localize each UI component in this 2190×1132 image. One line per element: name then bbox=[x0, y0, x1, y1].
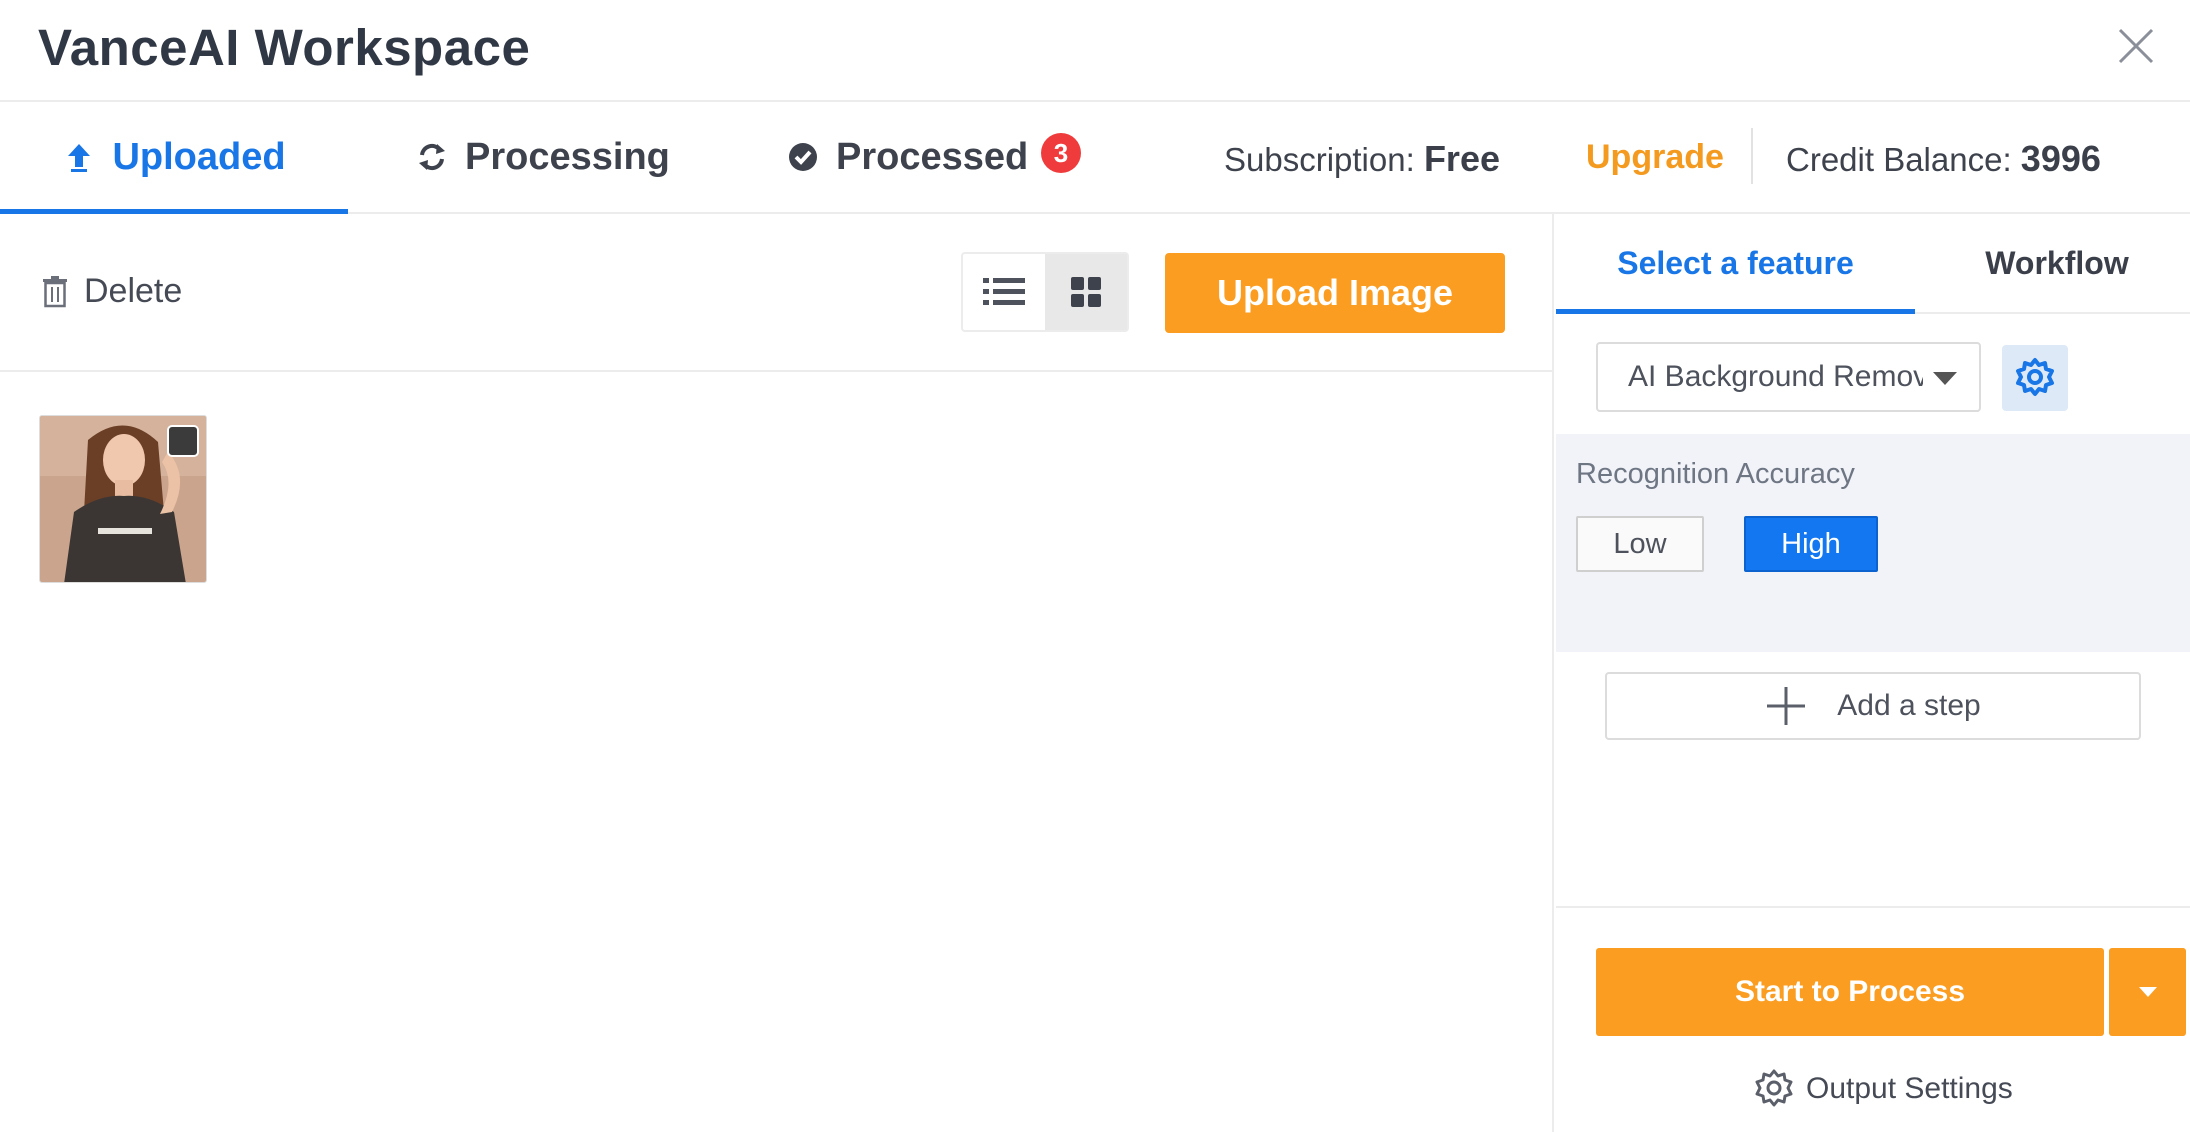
refresh-icon bbox=[419, 143, 445, 171]
tab-uploaded[interactable]: Uploaded bbox=[0, 102, 348, 214]
start-process-options-button[interactable] bbox=[2109, 948, 2186, 1036]
status-tabs: Uploaded Processing Processed 3 Subscrip… bbox=[0, 102, 2190, 214]
tab-processing-label: Processing bbox=[465, 135, 670, 178]
output-settings-link[interactable]: Output Settings bbox=[1752, 1067, 2013, 1111]
app-title: VanceAI Workspace bbox=[38, 19, 531, 76]
image-workspace: Delete Upload Image bbox=[0, 214, 1554, 1132]
tab-processed[interactable]: Processed bbox=[786, 102, 1028, 212]
subscription-label: Subscription: bbox=[1224, 141, 1415, 178]
upload-image-button[interactable]: Upload Image bbox=[1165, 253, 1505, 333]
feature-dropdown[interactable]: AI Background Remover bbox=[1596, 342, 1981, 412]
chevron-down-icon bbox=[1933, 372, 1957, 385]
add-step-label: Add a step bbox=[1837, 689, 1981, 722]
feature-settings: Recognition Accuracy Low High bbox=[1556, 434, 2190, 652]
credit-balance: Credit Balance: 3996 bbox=[1786, 138, 2101, 180]
check-circle-icon bbox=[789, 143, 817, 171]
close-icon bbox=[2118, 28, 2154, 64]
accuracy-high-button[interactable]: High bbox=[1744, 516, 1878, 572]
header-divider bbox=[1751, 128, 1753, 184]
add-step-button[interactable]: Add a step bbox=[1605, 672, 2141, 740]
subscription-info: Subscription: Free bbox=[1224, 138, 1500, 180]
image-select-checkbox[interactable] bbox=[167, 425, 199, 457]
image-thumbnail[interactable] bbox=[39, 415, 207, 583]
credit-value: 3996 bbox=[2020, 138, 2101, 179]
delete-label: Delete bbox=[84, 272, 183, 310]
panel-divider bbox=[1556, 906, 2190, 908]
credit-label: Credit Balance: bbox=[1786, 141, 2012, 178]
accuracy-low-button[interactable]: Low bbox=[1576, 516, 1704, 572]
tab-uploaded-label: Uploaded bbox=[112, 135, 286, 178]
view-mode-toggle bbox=[961, 252, 1129, 332]
processed-count-badge: 3 bbox=[1041, 133, 1081, 173]
feature-tabs: Select a feature Workflow bbox=[1556, 214, 2190, 314]
tab-workflow[interactable]: Workflow bbox=[1942, 214, 2172, 312]
list-view-button[interactable] bbox=[963, 254, 1045, 330]
caret-down-icon bbox=[2138, 987, 2157, 997]
plus-icon bbox=[1767, 687, 1806, 725]
grid-view-button[interactable] bbox=[1045, 254, 1127, 330]
grid-icon bbox=[1071, 277, 1101, 307]
output-settings-label: Output Settings bbox=[1806, 1072, 2013, 1105]
trash-icon bbox=[43, 275, 67, 307]
recognition-accuracy-label: Recognition Accuracy bbox=[1576, 458, 1855, 490]
start-process-button[interactable]: Start to Process bbox=[1596, 948, 2104, 1036]
feature-settings-button[interactable] bbox=[2002, 345, 2068, 411]
list-icon bbox=[983, 278, 1025, 305]
title-bar: VanceAI Workspace bbox=[0, 0, 2190, 102]
gear-icon bbox=[2016, 358, 2054, 396]
subscription-value: Free bbox=[1423, 138, 1500, 179]
tab-processed-label: Processed bbox=[836, 135, 1029, 178]
image-toolbar: Delete Upload Image bbox=[0, 214, 1552, 372]
close-button[interactable] bbox=[2116, 26, 2156, 66]
upload-arrow-icon bbox=[68, 144, 91, 172]
tab-select-feature[interactable]: Select a feature bbox=[1556, 214, 1915, 314]
settings-gear-icon bbox=[1755, 1069, 1793, 1107]
feature-panel: Select a feature Workflow AI Background … bbox=[1556, 214, 2190, 1132]
delete-button[interactable]: Delete bbox=[42, 272, 182, 311]
upgrade-link[interactable]: Upgrade bbox=[1586, 138, 1724, 177]
tab-processing[interactable]: Processing bbox=[415, 102, 670, 212]
feature-dropdown-value: AI Background Remover bbox=[1628, 360, 1923, 393]
